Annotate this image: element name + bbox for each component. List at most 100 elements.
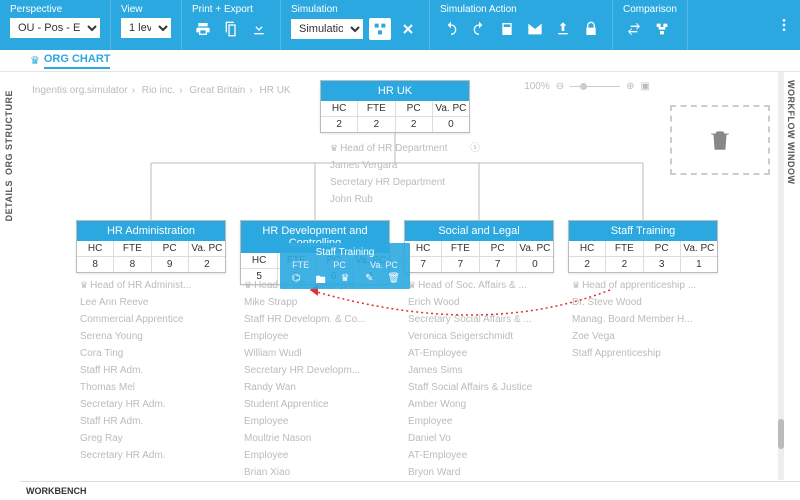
node-root[interactable]: HR UK HC FTE PC Va. PC 2 2 2 0	[320, 80, 470, 133]
calculator-icon[interactable]	[496, 18, 518, 40]
drag-ghost: Staff Training FTEPCVa. PC ⌬ 🖿 ♛ ✎ 🗑	[280, 243, 410, 289]
node-title: HR UK	[321, 81, 469, 101]
person-item[interactable]: Employee	[408, 413, 558, 430]
workbench-bar[interactable]: WORKBENCH	[20, 481, 800, 500]
zoom-value: 100%	[524, 81, 550, 92]
perspective-select[interactable]: OU - Pos - Emp	[10, 18, 100, 38]
tab-bar: ♛ ORG CHART	[0, 50, 800, 72]
person-item[interactable]: ♛Head of Soc. Affairs & ...	[408, 277, 558, 294]
person-item[interactable]: James Sims	[408, 362, 558, 379]
trash-dropzone[interactable]	[670, 105, 770, 175]
sidetab-orgstructure[interactable]: ORG STRUCTURE	[4, 90, 14, 175]
ghost-briefcase-icon: 🖿	[314, 273, 328, 287]
person-item[interactable]: Bryon Ward	[408, 464, 558, 480]
group-view: View 1 level	[111, 0, 182, 50]
main-toolbar: Perspective OU - Pos - Emp View 1 level …	[0, 0, 800, 50]
view-select[interactable]: 1 level	[121, 18, 171, 38]
person-item[interactable]: AT-Employee	[408, 345, 558, 362]
person-item[interactable]: Zoe Vega	[572, 328, 722, 345]
person-item[interactable]: Dr. Steve Wood	[572, 294, 722, 311]
person-item[interactable]: Employee	[244, 413, 394, 430]
ghost-crown-icon: ♛	[338, 273, 352, 287]
mail-icon[interactable]	[524, 18, 546, 40]
people-c1: ♛Head of HR Administ...Lee Ann ReeveComm…	[80, 277, 230, 464]
person-item[interactable]: Moultrie Nason	[244, 430, 394, 447]
sim-branch-icon[interactable]	[369, 18, 391, 40]
print-icon[interactable]	[192, 18, 214, 40]
orgchart-icon: ♛	[30, 54, 40, 67]
person-item[interactable]: Lee Ann Reeve	[80, 294, 230, 311]
person-item[interactable]: James Vergara	[330, 157, 480, 174]
undo-icon[interactable]	[440, 18, 462, 40]
view-label: View	[121, 4, 171, 15]
node-social-legal[interactable]: Social and Legal HCFTEPCVa. PC 7770	[404, 220, 554, 273]
org-canvas: Ingentis org.simulator› Rio inc.› Great …	[20, 75, 780, 480]
person-item[interactable]: Staff HR Developm. & Co...	[244, 311, 394, 328]
swap-icon[interactable]	[623, 18, 645, 40]
export-icon[interactable]	[552, 18, 574, 40]
lock-icon[interactable]	[580, 18, 602, 40]
zoom-out-icon[interactable]: ⊖	[556, 81, 564, 92]
node-staff-training[interactable]: Staff Training HCFTEPCVa. PC 2231	[568, 220, 718, 273]
sidetab-workflow[interactable]: WORKFLOW WINDOW	[786, 80, 796, 184]
person-item[interactable]: Serena Young	[80, 328, 230, 345]
ghost-edit-icon: ✎	[362, 273, 376, 287]
printexport-label: Print + Export	[192, 4, 270, 15]
person-item[interactable]: Amber Wong	[408, 396, 558, 413]
person-item[interactable]: Commercial Apprentice	[80, 311, 230, 328]
person-item[interactable]: Secretary HR Adm.	[80, 396, 230, 413]
person-item[interactable]: Secretary HR Department	[330, 174, 480, 191]
compare-tree-icon[interactable]	[651, 18, 673, 40]
person-item[interactable]: Staff Social Affairs & Justice	[408, 379, 558, 396]
trash-icon	[707, 127, 733, 153]
person-item[interactable]: Staff Apprenticeship	[572, 345, 722, 362]
person-item[interactable]: William Wudl	[244, 345, 394, 362]
person-item[interactable]: Employee	[244, 447, 394, 464]
person-item[interactable]: Manag. Board Member H...	[572, 311, 722, 328]
person-item[interactable]: Secretary Social Affairs & ...	[408, 311, 558, 328]
person-item[interactable]: ♛Head of HR Administ...	[80, 277, 230, 294]
simulation-label: Simulation	[291, 4, 419, 15]
zoom-fit-icon[interactable]: ▣	[641, 81, 650, 92]
person-item[interactable]: ♛Head of apprenticeship ...	[572, 277, 722, 294]
simulation-select[interactable]: Simulation 1	[291, 19, 363, 39]
node-hr-administration[interactable]: HR Administration HCFTEPCVa. PC 8892	[76, 220, 226, 273]
zoom-control[interactable]: 100% ⊖ ⊕ ▣	[524, 81, 650, 92]
person-item[interactable]: Daniel Vo	[408, 430, 558, 447]
breadcrumb[interactable]: Ingentis org.simulator› Rio inc.› Great …	[30, 85, 293, 96]
redo-icon[interactable]	[468, 18, 490, 40]
close-icon[interactable]	[397, 18, 419, 40]
person-item[interactable]: Brian Xiao	[244, 464, 394, 480]
person-item[interactable]: Cora Ting	[80, 345, 230, 362]
copy-icon[interactable]	[220, 18, 242, 40]
people-root: ♛Head of HR Department ⓢJames VergaraSec…	[330, 140, 480, 208]
person-item[interactable]: Erich Wood	[408, 294, 558, 311]
person-item[interactable]: Staff HR Adm.	[80, 362, 230, 379]
people-c4: ♛Head of apprenticeship ...Dr. Steve Woo…	[572, 277, 722, 362]
person-item[interactable]: Greg Ray	[80, 430, 230, 447]
person-item[interactable]: Student Apprentice	[244, 396, 394, 413]
group-printexport: Print + Export	[182, 0, 281, 50]
person-item[interactable]: Employee	[244, 328, 394, 345]
people-c2: ♛Head of HR Developm...Mike StrappStaff …	[244, 277, 394, 480]
perspective-label: Perspective	[10, 4, 100, 15]
download-icon[interactable]	[248, 18, 270, 40]
person-item[interactable]: Veronica Seigerschmidt	[408, 328, 558, 345]
group-simaction: Simulation Action	[430, 0, 613, 50]
group-comparison: Comparison	[613, 0, 688, 50]
person-item[interactable]: ♛Head of HR Department ⓢ	[330, 140, 480, 157]
person-item[interactable]: Mike Strapp	[244, 294, 394, 311]
person-item[interactable]: Secretary HR Developm...	[244, 362, 394, 379]
person-item[interactable]: Staff HR Adm.	[80, 413, 230, 430]
toolbar-menu[interactable]	[768, 0, 800, 50]
person-item[interactable]: John Rub	[330, 191, 480, 208]
person-item[interactable]: AT-Employee	[408, 447, 558, 464]
person-item[interactable]: Randy Wan	[244, 379, 394, 396]
zoom-in-icon[interactable]: ⊕	[626, 81, 634, 92]
ghost-trash-icon: 🗑	[387, 273, 401, 287]
ghost-hierarchy-icon: ⌬	[289, 273, 303, 287]
tab-orgchart[interactable]: ORG CHART	[44, 53, 111, 69]
person-item[interactable]: Thomas Mel	[80, 379, 230, 396]
person-item[interactable]: Secretary HR Adm.	[80, 447, 230, 464]
sidetab-details[interactable]: DETAILS	[4, 180, 14, 221]
